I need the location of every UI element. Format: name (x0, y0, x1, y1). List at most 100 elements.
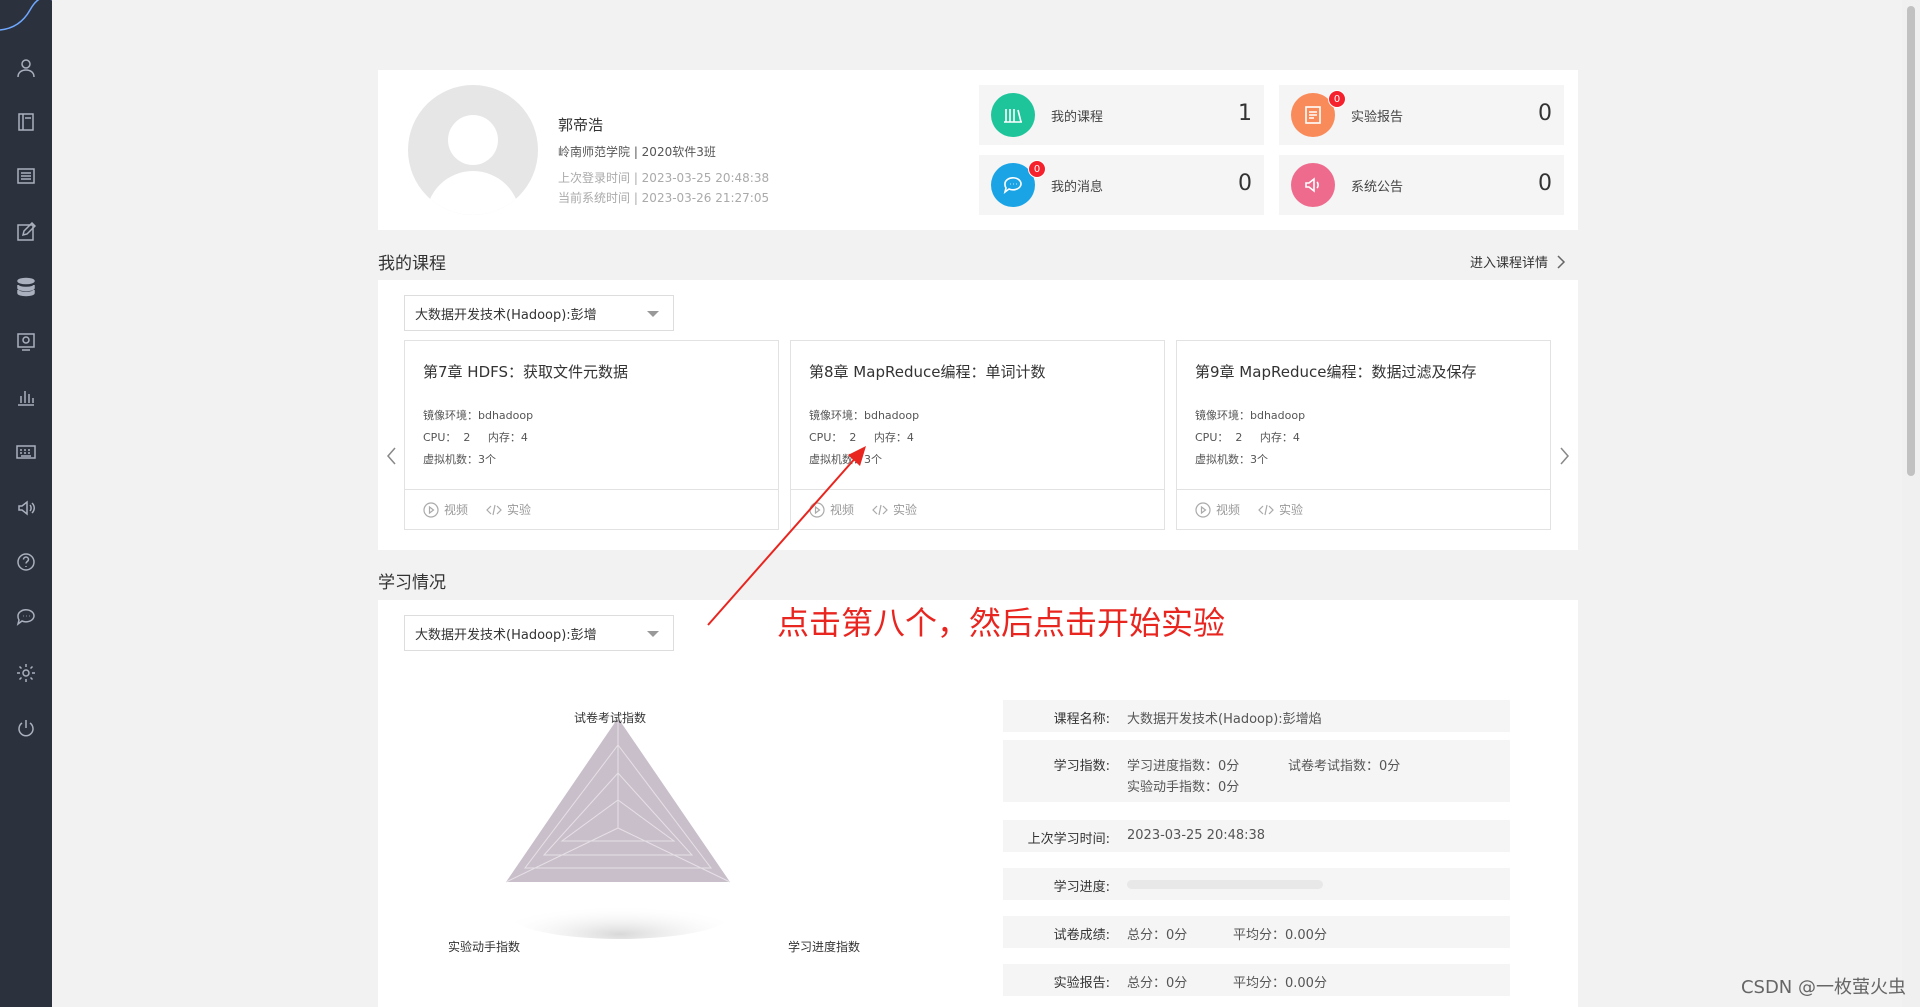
video-label: 视频 (1216, 503, 1241, 517)
info-key: 试卷成绩: (1053, 928, 1110, 943)
info-key: 课程名称: (1053, 712, 1110, 727)
gear-icon (17, 664, 35, 682)
course-card-footer: 视频 实验 (405, 489, 778, 529)
sidebar-item-database[interactable] (0, 267, 52, 307)
chat-icon (16, 609, 35, 626)
sidebar-item-courses[interactable] (0, 102, 52, 142)
info-key: 学习进度: (1053, 880, 1110, 895)
lab-button[interactable]: 实验 (486, 501, 531, 518)
sidebar-item-stats[interactable] (0, 377, 52, 417)
edit-icon (17, 222, 36, 241)
course-image-env: 镜像环境：bdhadoop (809, 409, 920, 422)
info-key: 学习指数: (1053, 759, 1110, 774)
sidebar-item-list[interactable] (0, 156, 52, 196)
course-card[interactable]: 第8章 MapReduce编程：单词计数 镜像环境：bdhadoop CPU： … (790, 340, 1165, 530)
sidebar-item-help[interactable] (0, 542, 52, 582)
info-value: 总分：0分 (1127, 976, 1188, 991)
sidebar-item-logout[interactable] (0, 708, 52, 748)
sidebar-item-keyboard[interactable] (0, 432, 52, 472)
monitor-icon (17, 333, 35, 351)
info-value: 总分：0分 (1127, 928, 1188, 943)
video-button[interactable]: 视频 (423, 501, 468, 518)
keyboard-icon (16, 445, 36, 459)
info-value: 平均分：0.00分 (1233, 976, 1327, 991)
code-icon (1258, 504, 1274, 515)
stat-label: 系统公告 (1351, 180, 1404, 195)
study-title: 学习情况 (378, 573, 446, 593)
annotation-text: 点击第八个，然后点击开始实验 (777, 604, 1226, 642)
bar-chart-icon (18, 391, 34, 406)
info-row-report: 实验报告: 总分：0分 平均分：0.00分 (1003, 964, 1510, 996)
sidebar-item-edit[interactable] (0, 212, 52, 252)
info-key: 上次学习时间: (1027, 832, 1110, 847)
list-icon (17, 168, 35, 184)
sidebar-item-settings[interactable] (0, 653, 52, 693)
avatar-head-shape (448, 115, 498, 165)
avatar[interactable] (408, 85, 538, 215)
stat-lab-reports[interactable]: 0 实验报告 0 (1279, 85, 1564, 145)
play-icon (1195, 501, 1211, 518)
stat-my-messages[interactable]: 0 我的消息 0 (979, 155, 1264, 215)
page-scrollbar[interactable] (1902, 0, 1920, 1007)
course-image-env: 镜像环境：bdhadoop (1195, 409, 1306, 422)
chevron-down-icon (647, 311, 659, 317)
sidebar-item-monitor[interactable] (0, 322, 52, 362)
video-label: 视频 (444, 503, 469, 517)
course-image-env: 镜像环境：bdhadoop (423, 409, 534, 422)
info-value: 学习进度指数：0分 (1127, 759, 1240, 774)
video-button[interactable]: 视频 (809, 501, 854, 518)
courses-card: 大数据开发技术(Hadoop):彭增 第7章 HDFS：获取文件元数据 镜像环境… (378, 280, 1578, 550)
stat-my-courses[interactable]: 我的课程 1 (979, 85, 1264, 145)
study-course-select[interactable]: 大数据开发技术(Hadoop):彭增 (404, 615, 674, 651)
carousel-prev-button[interactable] (384, 444, 400, 468)
info-value: 大数据开发技术(Hadoop):彭增焰 (1127, 712, 1322, 727)
info-row-progress: 学习进度: (1003, 868, 1510, 900)
logo-curve-icon (0, 0, 52, 31)
course-cpu-mem: CPU： 2 内存：4 (1195, 431, 1300, 444)
chevron-down-icon (647, 631, 659, 637)
info-value: 试卷考试指数：0分 (1288, 759, 1401, 774)
lab-button[interactable]: 实验 (872, 501, 917, 518)
sidebar-item-user[interactable] (0, 48, 52, 88)
course-detail-link[interactable]: 进入课程详情 (1470, 252, 1566, 271)
my-courses-title: 我的课程 (378, 254, 446, 274)
power-icon (18, 720, 34, 737)
chevron-right-icon (1560, 447, 1569, 465)
books-icon (991, 93, 1035, 137)
course-cpu-mem: CPU： 2 内存：4 (809, 431, 914, 444)
watermark: CSDN @一枚萤火虫 (1740, 977, 1906, 998)
lab-label: 实验 (893, 503, 918, 517)
course-card[interactable]: 第7章 HDFS：获取文件元数据 镜像环境：bdhadoop CPU： 2 内存… (404, 340, 779, 530)
info-value: 2023-03-25 20:48:38 (1127, 828, 1266, 843)
radar-label-lab: 实验动手指数 (448, 940, 521, 954)
lab-button[interactable]: 实验 (1258, 501, 1303, 518)
course-card-title: 第8章 MapReduce编程：单词计数 (809, 363, 1046, 381)
scrollbar-thumb[interactable] (1907, 6, 1915, 476)
stat-count: 1 (1238, 101, 1252, 126)
info-row-last-study: 上次学习时间: 2023-03-25 20:48:38 (1003, 820, 1510, 852)
video-button[interactable]: 视频 (1195, 501, 1240, 518)
lab-label: 实验 (1279, 503, 1304, 517)
course-card[interactable]: 第9章 MapReduce编程：数据过滤及保存 镜像环境：bdhadoop CP… (1176, 340, 1551, 530)
database-icon (17, 277, 35, 297)
course-select[interactable]: 大数据开发技术(Hadoop):彭增 (404, 295, 674, 331)
stat-announcements[interactable]: 系统公告 0 (1279, 155, 1564, 215)
stat-label: 实验报告 (1351, 110, 1404, 125)
chevron-right-icon (1557, 254, 1566, 269)
carousel-next-button[interactable] (1556, 444, 1572, 468)
radar-shadow (510, 891, 730, 939)
stat-label: 我的课程 (1051, 110, 1104, 125)
sidebar-item-announcement[interactable] (0, 488, 52, 528)
study-card: 大数据开发技术(Hadoop):彭增 试卷考试指数 实验动手指数 学习进度指数 … (378, 600, 1578, 1007)
radar-chart (505, 718, 731, 939)
play-icon (423, 501, 439, 518)
radar-label-progress: 学习进度指数 (788, 940, 861, 954)
study-select-value: 大数据开发技术(Hadoop):彭增 (415, 627, 597, 643)
sidebar-item-messages[interactable] (0, 597, 52, 637)
stat-count: 0 (1538, 171, 1552, 196)
radar-label-exam: 试卷考试指数 (574, 711, 647, 725)
course-select-value: 大数据开发技术(Hadoop):彭增 (415, 307, 597, 323)
profile-card: 郭帝浩 岭南师范学院 | 2020软件3班 上次登录时间 | 2023-03-2… (378, 70, 1578, 230)
info-value: 实验动手指数：0分 (1127, 780, 1240, 795)
stat-count: 0 (1238, 171, 1252, 196)
